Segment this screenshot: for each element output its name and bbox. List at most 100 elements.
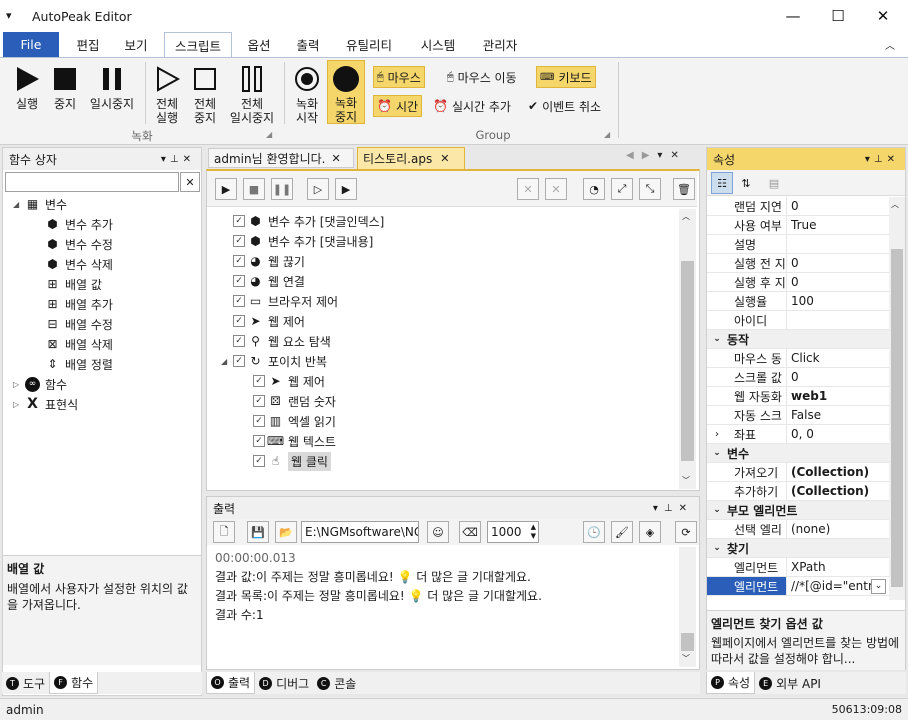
- function-tree-item[interactable]: ⊞ 배열 값: [3, 274, 201, 294]
- script-step[interactable]: ✓ ➤ 웹 제어: [215, 371, 675, 391]
- close-button[interactable]: ✕: [860, 0, 906, 32]
- step-enabled-checkbox[interactable]: ✓: [233, 255, 245, 267]
- brush-button[interactable]: 🖌: [611, 521, 633, 543]
- new-log-button[interactable]: 🗋: [213, 521, 235, 543]
- tab-welcome[interactable]: admin님 환영합니다. ✕: [208, 148, 354, 168]
- function-tree-item[interactable]: ⊟ 배열 수정: [3, 314, 201, 334]
- mouse-toggle[interactable]: 🖱 마우스: [373, 66, 425, 88]
- property-value[interactable]: (Collection): [787, 465, 869, 479]
- function-tree-item[interactable]: ⬢ 변수 수정: [3, 234, 201, 254]
- step-enabled-checkbox[interactable]: ✓: [253, 435, 265, 447]
- property-row[interactable]: 실행 전 지0: [707, 254, 889, 273]
- step-enabled-checkbox[interactable]: ✓: [233, 215, 245, 227]
- system-menu-icon[interactable]: ▾: [6, 9, 12, 22]
- function-tree-item[interactable]: ▷ X 표현식: [3, 394, 201, 414]
- keyboard-toggle[interactable]: ⌨ 키보드: [536, 66, 596, 88]
- stop-button[interactable]: 중지: [46, 64, 84, 111]
- property-row[interactable]: › 좌표 0, 0: [707, 425, 889, 444]
- event-cancel-button[interactable]: ✔ 이벤트 취소: [525, 95, 604, 117]
- disabled-x-button[interactable]: ✕: [545, 178, 567, 200]
- emoji-button[interactable]: ☺: [427, 521, 449, 543]
- delete-button[interactable]: 🗑: [673, 178, 695, 200]
- menu-edit[interactable]: 편집: [64, 32, 112, 57]
- collapse-ribbon-icon[interactable]: ︿: [880, 32, 900, 57]
- property-row[interactable]: 엘리먼트 XPath: [707, 558, 889, 577]
- tab-debug[interactable]: D 디버그: [255, 672, 313, 694]
- function-tree-item[interactable]: ⬢ 변수 추가: [3, 214, 201, 234]
- close-icon[interactable]: ✕: [670, 150, 686, 161]
- property-row[interactable]: 실행 후 지0: [707, 273, 889, 292]
- script-step[interactable]: ✓ ◕ 웹 연결: [215, 271, 675, 291]
- refresh-button[interactable]: ⟳: [675, 521, 697, 543]
- script-step[interactable]: ✓ ◕ 웹 끊기: [215, 251, 675, 271]
- script-step[interactable]: ✓ ☝ 웹 클릭: [215, 451, 675, 471]
- property-value[interactable]: 0: [787, 256, 799, 270]
- script-step[interactable]: ✓ ➤ 웹 제어: [215, 311, 675, 331]
- function-tree-item[interactable]: ⊞ 배열 추가: [3, 294, 201, 314]
- step-enabled-checkbox[interactable]: ✓: [233, 315, 245, 327]
- script-step[interactable]: ✓ ⚲ 웹 요소 탐색: [215, 331, 675, 351]
- menu-file[interactable]: File: [3, 32, 59, 57]
- save-log-button[interactable]: 💾: [247, 521, 269, 543]
- function-tree-item[interactable]: ⇕ 배열 정렬: [3, 354, 201, 374]
- property-row[interactable]: 웹 자동화 web1: [707, 387, 889, 406]
- line-limit-stepper[interactable]: 1000 ▲ ▼: [487, 521, 539, 543]
- menu-admin[interactable]: 관리자: [472, 32, 528, 57]
- property-value[interactable]: web1: [787, 389, 827, 403]
- script-step[interactable]: ✓ ⬢ 변수 추가 [댓글인덱스]: [215, 211, 675, 231]
- maximize-button[interactable]: ☐: [815, 0, 861, 32]
- chevron-down-icon[interactable]: ⌄: [707, 505, 727, 515]
- menu-output[interactable]: 출력: [286, 32, 330, 57]
- menu-view[interactable]: 보기: [114, 32, 158, 57]
- run-script-button[interactable]: ▶: [215, 178, 237, 200]
- chevron-left-icon[interactable]: ◀: [626, 150, 642, 161]
- step-enabled-checkbox[interactable]: ✓: [253, 375, 265, 387]
- property-row[interactable]: 랜덤 지연 0: [707, 197, 889, 216]
- expanded-icon[interactable]: ◢: [221, 357, 233, 366]
- dropdown-icon[interactable]: ⌄: [871, 578, 886, 594]
- close-tab-icon[interactable]: ✕: [440, 152, 449, 165]
- property-category[interactable]: ⌄ 찾기: [707, 539, 889, 558]
- property-value[interactable]: 100: [787, 294, 814, 308]
- script-step[interactable]: ◢ ✓ ↻ 포이치 반복: [215, 351, 675, 371]
- log-path-input[interactable]: E:\NGMsoftware\NG: [301, 521, 419, 543]
- stop-all-button[interactable]: 전체 중지: [186, 64, 224, 125]
- collapse-button[interactable]: ⤡: [639, 178, 661, 200]
- step-enabled-checkbox[interactable]: ✓: [233, 235, 245, 247]
- property-value[interactable]: 0: [787, 199, 799, 213]
- tab-script[interactable]: 티스토리.aps ✕: [357, 147, 465, 169]
- expand-button[interactable]: ⤢: [611, 178, 633, 200]
- tab-output[interactable]: O 출력: [206, 672, 256, 694]
- open-folder-button[interactable]: 📂: [275, 521, 297, 543]
- close-icon[interactable]: ✕: [679, 503, 693, 514]
- chevron-right-icon[interactable]: ▶: [642, 150, 658, 161]
- property-row[interactable]: 마우스 동 Click: [707, 349, 889, 368]
- property-row[interactable]: 스크롤 값0: [707, 368, 889, 387]
- step-enabled-checkbox[interactable]: ✓: [233, 355, 245, 367]
- step-button[interactable]: ▷: [307, 178, 329, 200]
- dialog-launcher-icon[interactable]: ◢: [604, 130, 610, 139]
- properties-scrollbar[interactable]: ︿: [889, 197, 905, 600]
- collapsed-icon[interactable]: ▷: [13, 380, 25, 389]
- pin-icon[interactable]: ⊥: [874, 154, 887, 165]
- stepper-arrows-icon[interactable]: ▲ ▼: [531, 523, 536, 541]
- collapsed-icon[interactable]: ▷: [13, 400, 25, 409]
- function-search-input[interactable]: [5, 172, 179, 192]
- pause-script-button[interactable]: ❚❚: [271, 178, 293, 200]
- categorized-view-button[interactable]: ☷: [711, 172, 733, 194]
- pause-button[interactable]: 일시중지: [84, 64, 140, 111]
- property-category[interactable]: ⌄ 동작: [707, 330, 889, 349]
- property-category[interactable]: ⌄ 변수: [707, 444, 889, 463]
- disabled-x-button[interactable]: ✕: [517, 178, 539, 200]
- property-row[interactable]: 실행율 100: [707, 292, 889, 311]
- menu-utility[interactable]: 유틸리티: [336, 32, 402, 57]
- property-value[interactable]: XPath: [787, 560, 826, 574]
- property-value[interactable]: 0, 0: [787, 427, 814, 441]
- chevron-down-icon[interactable]: ⌄: [707, 448, 727, 458]
- tab-functions[interactable]: F 함수: [49, 672, 99, 694]
- run-to-button[interactable]: ▶: [335, 178, 357, 200]
- step-enabled-checkbox[interactable]: ✓: [233, 275, 245, 287]
- script-step[interactable]: ✓ ▭ 브라우저 제어: [215, 291, 675, 311]
- scroll-up-icon[interactable]: ︿: [682, 211, 690, 222]
- scroll-down-icon[interactable]: ﹀: [682, 475, 690, 486]
